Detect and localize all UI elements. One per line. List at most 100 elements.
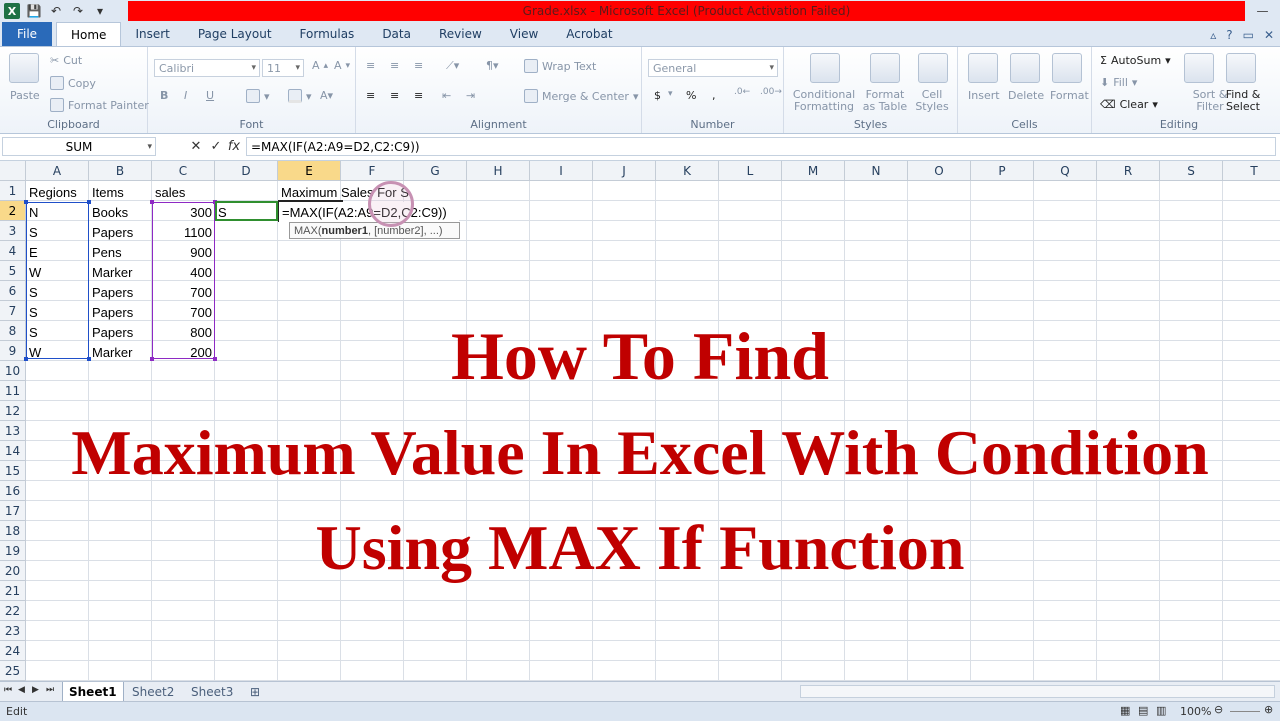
range-handle[interactable]: [24, 200, 28, 204]
row-header[interactable]: 16: [0, 481, 26, 501]
bold-button[interactable]: B: [160, 89, 168, 102]
align-bottom-icon[interactable]: ≡: [414, 59, 423, 72]
tab-insert[interactable]: Insert: [121, 22, 183, 46]
cell-item[interactable]: Papers: [89, 222, 152, 242]
number-format-select[interactable]: General: [648, 59, 778, 77]
font-color-icon[interactable]: A▾: [320, 89, 333, 102]
borders-icon[interactable]: ▾: [246, 89, 270, 103]
grow-font-icon[interactable]: A ▴: [312, 59, 328, 72]
format-cells-button[interactable]: Format: [1050, 89, 1089, 102]
cell-item[interactable]: Papers: [89, 302, 152, 322]
column-header[interactable]: A: [26, 161, 89, 181]
paste-button[interactable]: Paste: [10, 89, 40, 102]
cell-styles-button[interactable]: Cell Styles: [914, 89, 950, 113]
sort-filter-icon[interactable]: [1184, 53, 1214, 83]
cancel-icon[interactable]: ✕: [186, 137, 206, 156]
cell-item[interactable]: Papers: [89, 282, 152, 302]
customize-qat-icon[interactable]: ▾: [92, 3, 108, 19]
delete-cells-button[interactable]: Delete: [1008, 89, 1044, 102]
row-header[interactable]: 13: [0, 421, 26, 441]
view-page-break-icon[interactable]: ▥: [1156, 704, 1166, 717]
column-header[interactable]: P: [971, 161, 1034, 181]
copy-button[interactable]: Copy: [50, 76, 96, 90]
tab-acrobat[interactable]: Acrobat: [552, 22, 626, 46]
format-painter-button[interactable]: Format Painter: [50, 98, 149, 112]
row-header[interactable]: 12: [0, 401, 26, 421]
row-header[interactable]: 1: [0, 181, 26, 201]
zoom-slider[interactable]: [1230, 711, 1260, 712]
clear-button[interactable]: ⌫ Clear ▾: [1100, 98, 1158, 111]
last-sheet-icon[interactable]: ⏭: [46, 685, 54, 695]
horizontal-scrollbar[interactable]: [800, 685, 1275, 698]
range-handle[interactable]: [24, 357, 28, 361]
tab-view[interactable]: View: [496, 22, 552, 46]
increase-indent-icon[interactable]: ⇥: [466, 89, 475, 102]
range-handle[interactable]: [150, 357, 154, 361]
row-header[interactable]: 9: [0, 341, 26, 361]
decrease-indent-icon[interactable]: ⇤: [442, 89, 451, 102]
tab-file[interactable]: File: [2, 22, 52, 46]
align-center-icon[interactable]: ≡: [390, 89, 399, 102]
insert-cells-icon[interactable]: [968, 53, 998, 83]
row-header[interactable]: 7: [0, 301, 26, 321]
cell-item[interactable]: Papers: [89, 322, 152, 342]
row-header[interactable]: 8: [0, 321, 26, 341]
column-header[interactable]: O: [908, 161, 971, 181]
view-page-layout-icon[interactable]: ▤: [1138, 704, 1148, 717]
cell-item[interactable]: Books: [89, 202, 152, 222]
comma-button[interactable]: ,: [712, 89, 716, 102]
tab-formulas[interactable]: Formulas: [286, 22, 369, 46]
percent-button[interactable]: %: [686, 89, 696, 102]
next-sheet-icon[interactable]: ▶: [32, 685, 39, 695]
column-header[interactable]: E: [278, 161, 341, 181]
tab-review[interactable]: Review: [425, 22, 496, 46]
row-header[interactable]: 25: [0, 661, 26, 681]
column-header[interactable]: K: [656, 161, 719, 181]
binoculars-icon[interactable]: [1226, 53, 1256, 83]
column-header[interactable]: F: [341, 161, 404, 181]
conditional-formatting-icon[interactable]: [810, 53, 840, 83]
row-header[interactable]: 24: [0, 641, 26, 661]
column-header[interactable]: D: [215, 161, 278, 181]
range-handle[interactable]: [213, 357, 217, 361]
format-as-table-icon[interactable]: [870, 53, 900, 83]
format-cells-icon[interactable]: [1052, 53, 1082, 83]
column-header[interactable]: R: [1097, 161, 1160, 181]
close-icon[interactable]: ✕: [1264, 28, 1274, 42]
wrap-text-button[interactable]: Wrap Text: [524, 59, 596, 73]
row-header[interactable]: 20: [0, 561, 26, 581]
row-header[interactable]: 6: [0, 281, 26, 301]
zoom-in-icon[interactable]: ⊕: [1264, 703, 1273, 716]
ltr-icon[interactable]: ¶▾: [486, 59, 499, 72]
row-header[interactable]: 19: [0, 541, 26, 561]
zoom-level[interactable]: 100%: [1180, 705, 1211, 718]
font-name-select[interactable]: Calibri: [154, 59, 260, 77]
minimize-icon[interactable]: —: [1245, 0, 1280, 22]
currency-button[interactable]: $: [654, 89, 661, 102]
restore-icon[interactable]: ▭: [1243, 28, 1254, 42]
cell-styles-icon[interactable]: [918, 53, 948, 83]
row-header[interactable]: 5: [0, 261, 26, 281]
column-header[interactable]: L: [719, 161, 782, 181]
cell-item[interactable]: Pens: [89, 242, 152, 262]
format-as-table-button[interactable]: Format as Table: [858, 89, 912, 113]
name-box[interactable]: SUM ▾: [2, 137, 156, 156]
row-header[interactable]: 14: [0, 441, 26, 461]
align-right-icon[interactable]: ≡: [414, 89, 423, 102]
column-header[interactable]: S: [1160, 161, 1223, 181]
insert-function-button[interactable]: fx: [224, 137, 244, 156]
minimize-ribbon-icon[interactable]: ▵: [1210, 28, 1216, 42]
insert-sheet-icon[interactable]: ⊞: [244, 682, 266, 701]
cell-d2[interactable]: S: [215, 202, 278, 222]
sort-filter-button[interactable]: Sort & Filter: [1192, 89, 1228, 113]
fill-color-icon[interactable]: ▾: [288, 89, 312, 103]
range-handle[interactable]: [87, 200, 91, 204]
undo-icon[interactable]: ↶: [48, 3, 64, 19]
formula-input[interactable]: =MAX(IF(A2:A9=D2,C2:C9)): [246, 137, 1276, 156]
column-header[interactable]: T: [1223, 161, 1280, 181]
column-header[interactable]: M: [782, 161, 845, 181]
enter-icon[interactable]: ✓: [206, 137, 226, 156]
column-header[interactable]: I: [530, 161, 593, 181]
align-top-icon[interactable]: ≡: [366, 59, 375, 72]
row-header[interactable]: 2: [0, 201, 26, 221]
